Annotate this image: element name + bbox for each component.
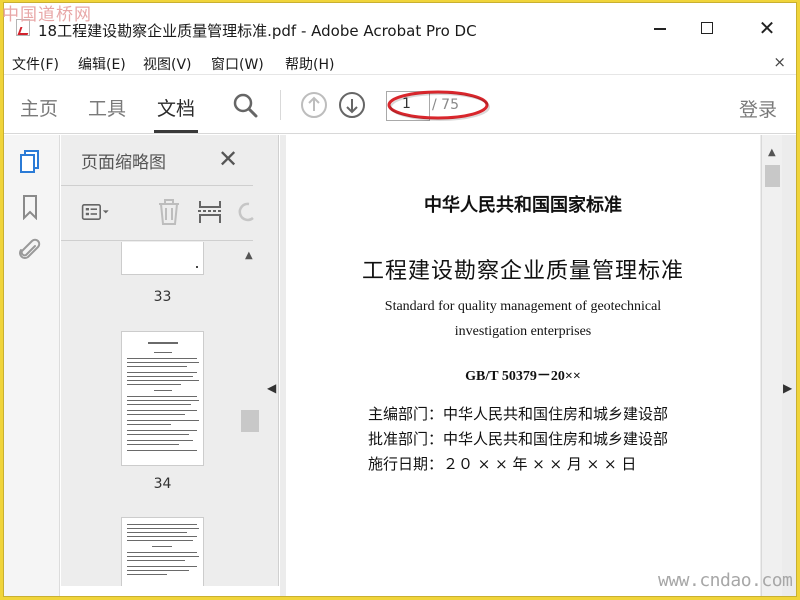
menu-window[interactable]: 窗口(W) bbox=[211, 54, 264, 74]
doc-english-title-line1: Standard for quality management of geote… bbox=[384, 299, 662, 314]
close-window-button[interactable]: ✕ bbox=[744, 13, 790, 43]
doc-approval-department: 批准部门：中华人民共和国住房和城乡建设部 bbox=[368, 430, 669, 448]
navigation-pane-strip bbox=[4, 135, 60, 596]
panel-title: 页面缩略图 bbox=[81, 153, 166, 173]
toolbar-divider bbox=[280, 90, 281, 120]
next-page-icon[interactable] bbox=[338, 91, 366, 119]
doc-standard-code: GB/T 50379－20×× bbox=[465, 369, 581, 384]
pdf-page: 中华人民共和国国家标准 工程建设勘察企业质量管理标准 Standard for … bbox=[286, 135, 760, 596]
login-button[interactable]: 登录 bbox=[739, 95, 777, 122]
scroll-up-icon[interactable]: ▲ bbox=[245, 250, 253, 261]
thumbnail-page-34[interactable] bbox=[121, 331, 204, 466]
thumbnail-options-icon[interactable] bbox=[81, 198, 113, 226]
thumbnail-page-35[interactable] bbox=[121, 517, 204, 586]
maximize-icon bbox=[701, 22, 713, 34]
window-title: 18工程建设勘察企业质量管理标准.pdf - Adobe Acrobat Pro… bbox=[38, 22, 477, 40]
thumbnail-page-number: 33 bbox=[153, 289, 172, 305]
close-panel-button[interactable]: ✕ bbox=[218, 145, 238, 173]
thumbnail-scroll-thumb[interactable] bbox=[241, 410, 259, 432]
minimize-button[interactable] bbox=[637, 13, 683, 43]
thumbnail-page-33[interactable] bbox=[121, 242, 204, 275]
collapse-right-pane-icon[interactable]: ▶ bbox=[783, 381, 792, 395]
menu-view[interactable]: 视图(V) bbox=[143, 54, 192, 74]
maximize-button[interactable] bbox=[684, 13, 730, 43]
tab-document[interactable]: 文档 bbox=[157, 94, 195, 121]
page-thumbnails-icon[interactable] bbox=[18, 149, 42, 175]
doc-heading: 中华人民共和国国家标准 bbox=[424, 195, 622, 216]
menu-help[interactable]: 帮助(H) bbox=[285, 54, 334, 74]
watermark-bottom: www.cndao.com bbox=[658, 570, 793, 591]
doc-title: 工程建设勘察企业质量管理标准 bbox=[361, 259, 684, 284]
main-toolbar: 主页 工具 文档 1 / 75 登录 bbox=[4, 76, 796, 134]
thumbnail-scrollbar[interactable]: ▲ bbox=[241, 242, 259, 586]
doc-chief-department: 主编部门：中华人民共和国住房和城乡建设部 bbox=[368, 405, 669, 423]
document-scrollbar[interactable]: ▲ bbox=[761, 135, 782, 596]
acrobat-window: 18工程建设勘察企业质量管理标准.pdf - Adobe Acrobat Pro… bbox=[3, 2, 797, 597]
bookmark-icon[interactable] bbox=[18, 194, 42, 220]
collapse-left-pane-icon[interactable]: ◀ bbox=[267, 381, 276, 395]
rotate-page-icon[interactable] bbox=[231, 198, 263, 226]
close-document-icon[interactable]: × bbox=[773, 53, 786, 71]
active-tab-indicator bbox=[154, 130, 198, 133]
previous-page-icon[interactable] bbox=[300, 91, 328, 119]
tab-tools[interactable]: 工具 bbox=[88, 94, 126, 121]
document-scroll-thumb[interactable] bbox=[765, 165, 780, 187]
thumbnail-toolbar bbox=[61, 185, 254, 241]
minimize-icon bbox=[654, 28, 666, 30]
menu-edit[interactable]: 编辑(E) bbox=[78, 54, 126, 74]
attachment-icon[interactable] bbox=[18, 238, 42, 264]
title-bar: 18工程建设勘察企业质量管理标准.pdf - Adobe Acrobat Pro… bbox=[4, 3, 796, 47]
scroll-up-icon[interactable]: ▲ bbox=[768, 147, 776, 158]
thumbnail-page-number: 34 bbox=[153, 476, 172, 492]
thumbnail-list: 33 34 bbox=[61, 242, 241, 586]
red-annotation-oval bbox=[387, 90, 490, 121]
doc-effective-date: 施行日期：２０ × × 年 × × 月 × × 日 bbox=[368, 455, 637, 473]
delete-page-icon[interactable] bbox=[153, 198, 185, 226]
search-icon[interactable] bbox=[232, 92, 258, 118]
menu-file[interactable]: 文件(F) bbox=[12, 54, 59, 74]
page-thumbnails-panel: 页面缩略图 ✕ 33 34 ▲ bbox=[61, 135, 279, 586]
menu-bar: 文件(F) 编辑(E) 视图(V) 窗口(W) 帮助(H) × bbox=[4, 51, 796, 75]
insert-page-icon[interactable] bbox=[194, 198, 226, 226]
watermark-top: 中国道桥网 bbox=[2, 5, 92, 25]
document-view: 中华人民共和国国家标准 工程建设勘察企业质量管理标准 Standard for … bbox=[280, 135, 796, 596]
tab-home[interactable]: 主页 bbox=[20, 94, 58, 121]
doc-english-title-line2: investigation enterprises bbox=[454, 324, 592, 339]
